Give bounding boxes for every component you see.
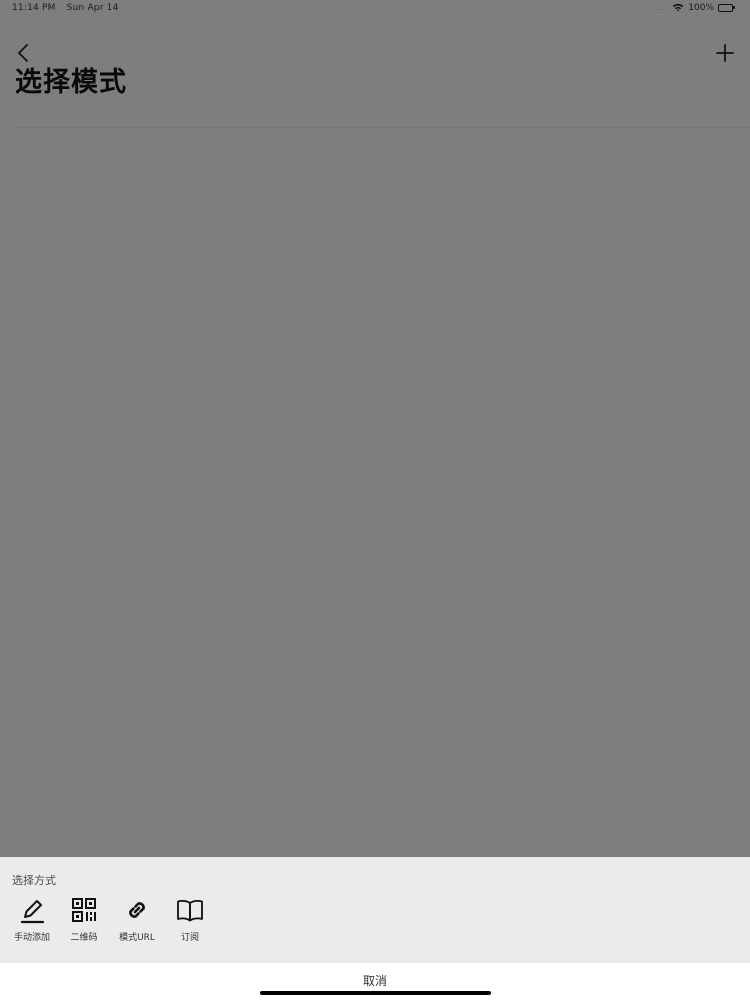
- subscribe-option[interactable]: 订阅: [158, 895, 222, 947]
- battery-icon: [718, 3, 736, 13]
- status-bar: 11:14 PM Sun Apr 14 .... 100%: [0, 0, 750, 18]
- plus-icon: [716, 44, 734, 62]
- add-button[interactable]: [714, 42, 736, 64]
- action-sheet: 选择方式 手动添加 二维码 模式URL 订阅: [0, 857, 750, 963]
- option-label: 订阅: [180, 933, 199, 943]
- qr-code-icon: [72, 898, 96, 922]
- page-title: 选择模式: [15, 67, 127, 98]
- status-indicators: .... 100%: [653, 3, 736, 13]
- nav-divider: [12, 127, 750, 128]
- sheet-title: 选择方式: [12, 874, 56, 887]
- signal-dots: ....: [653, 4, 667, 12]
- status-date: Sun Apr 14: [66, 3, 119, 13]
- battery-percent: 100%: [688, 3, 714, 13]
- status-time-date: 11:14 PM Sun Apr 14: [12, 3, 119, 13]
- link-icon: [129, 902, 145, 918]
- book-icon: [177, 899, 203, 922]
- pencil-icon: [20, 900, 45, 924]
- status-time: 11:14 PM: [12, 3, 56, 13]
- wifi-icon: [673, 3, 684, 12]
- home-indicator[interactable]: [260, 991, 491, 995]
